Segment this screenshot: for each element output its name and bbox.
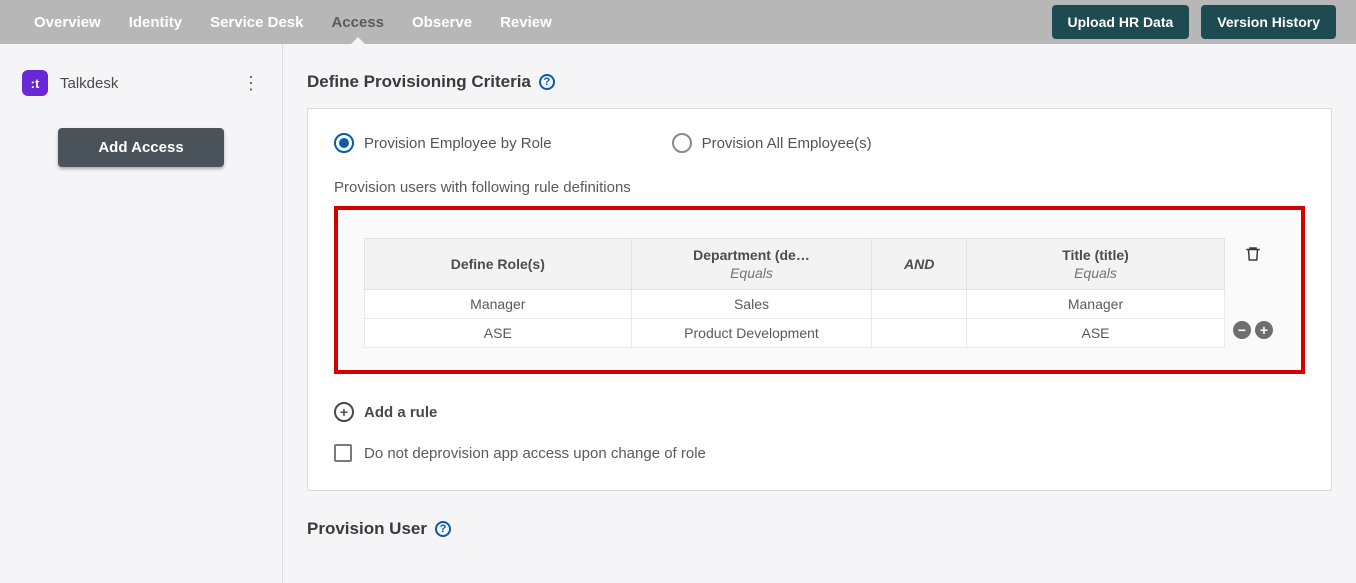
radio-provision-all[interactable]: Provision All Employee(s) <box>672 133 872 153</box>
tab-observe[interactable]: Observe <box>398 0 486 44</box>
rules-table: Define Role(s) Department (de… Equals AN… <box>364 238 1225 348</box>
tab-service-desk[interactable]: Service Desk <box>196 0 317 44</box>
topbar-actions: Upload HR Data Version History <box>1052 5 1337 39</box>
cell-role: ASE <box>365 319 632 348</box>
trash-icon[interactable] <box>1244 244 1262 269</box>
radio-circle-icon <box>672 133 692 153</box>
cell-role: Manager <box>365 290 632 319</box>
cell-and <box>872 290 967 319</box>
no-deprovision-label: Do not deprovision app access upon chang… <box>364 445 706 462</box>
main-content: Define Provisioning Criteria ? Provision… <box>283 44 1356 583</box>
cell-dept: Sales <box>631 290 872 319</box>
rules-subhead: Provision users with following rule defi… <box>334 179 1305 196</box>
sidebar: :t Talkdesk ⋮ Add Access <box>0 44 283 583</box>
remove-row-button[interactable]: − <box>1233 321 1251 339</box>
app-icon: :t <box>22 70 48 96</box>
checkbox-icon <box>334 444 352 462</box>
provision-user-title-text: Provision User <box>307 519 427 539</box>
col-dept-header: Department (de… Equals <box>631 239 872 290</box>
table-row[interactable]: Manager Sales Manager <box>365 290 1225 319</box>
cell-title: Manager <box>966 290 1224 319</box>
radio-by-role-label: Provision Employee by Role <box>364 135 552 152</box>
plus-circle-icon: + <box>334 402 354 422</box>
add-row-button[interactable]: + <box>1255 321 1273 339</box>
rules-highlight-box: Define Role(s) Department (de… Equals AN… <box>334 206 1305 374</box>
section-title-text: Define Provisioning Criteria <box>307 72 531 92</box>
add-access-button[interactable]: Add Access <box>58 128 223 167</box>
kebab-icon[interactable]: ⋮ <box>242 74 260 92</box>
rules-side-controls: − + <box>1231 238 1275 339</box>
cell-dept: Product Development <box>631 319 872 348</box>
tab-access[interactable]: Access <box>317 0 398 44</box>
sidebar-app-item[interactable]: :t Talkdesk ⋮ <box>0 62 282 104</box>
provision-mode-radios: Provision Employee by Role Provision All… <box>334 133 1305 153</box>
radio-circle-icon <box>334 133 354 153</box>
tab-identity[interactable]: Identity <box>115 0 196 44</box>
add-rule-label: Add a rule <box>364 404 437 421</box>
add-rule-button[interactable]: + Add a rule <box>334 402 1305 422</box>
tab-overview[interactable]: Overview <box>20 0 115 44</box>
nav-tabs: Overview Identity Service Desk Access Ob… <box>20 0 566 44</box>
version-history-button[interactable]: Version History <box>1201 5 1336 39</box>
section-title: Define Provisioning Criteria ? <box>307 72 1332 92</box>
no-deprovision-checkbox[interactable]: Do not deprovision app access upon chang… <box>334 444 1305 462</box>
provisioning-card: Provision Employee by Role Provision All… <box>307 108 1332 491</box>
provision-user-section-title: Provision User ? <box>307 519 1332 539</box>
top-nav: Overview Identity Service Desk Access Ob… <box>0 0 1356 44</box>
cell-and <box>872 319 967 348</box>
help-icon[interactable]: ? <box>435 521 451 537</box>
col-role-header: Define Role(s) <box>365 239 632 290</box>
radio-provision-by-role[interactable]: Provision Employee by Role <box>334 133 552 153</box>
app-name-label: Talkdesk <box>60 75 118 92</box>
help-icon[interactable]: ? <box>539 74 555 90</box>
table-row[interactable]: ASE Product Development ASE <box>365 319 1225 348</box>
col-and-header: AND <box>872 239 967 290</box>
tab-review[interactable]: Review <box>486 0 566 44</box>
upload-hr-data-button[interactable]: Upload HR Data <box>1052 5 1190 39</box>
col-title-header: Title (title) Equals <box>966 239 1224 290</box>
radio-all-label: Provision All Employee(s) <box>702 135 872 152</box>
cell-title: ASE <box>966 319 1224 348</box>
